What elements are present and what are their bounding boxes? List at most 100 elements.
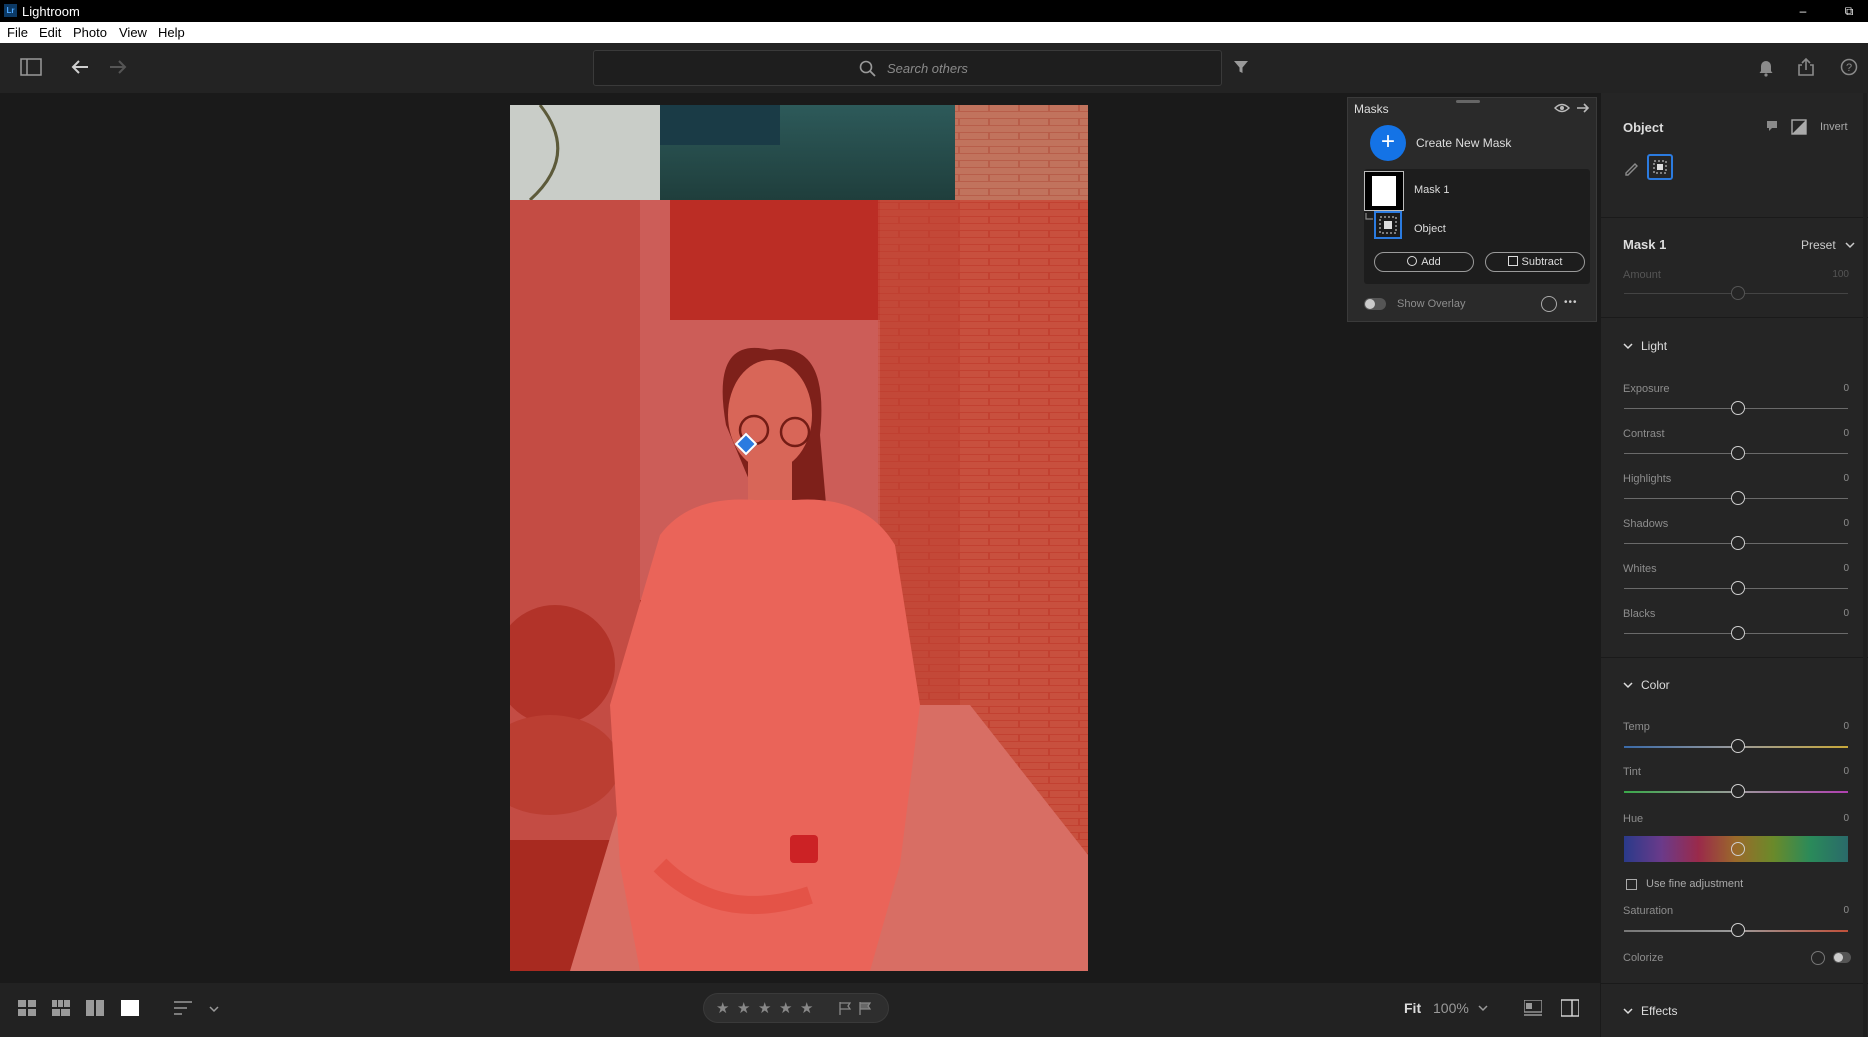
flag-pick-icon[interactable] [839,1002,851,1015]
star-4-icon[interactable]: ★ [779,999,792,1017]
light-section-title[interactable]: Light [1641,339,1667,353]
scrollbar[interactable] [1863,93,1867,1037]
fine-adjustment-checkbox[interactable] [1626,879,1637,890]
chevron-down-icon[interactable] [1845,241,1855,249]
brush-tool-icon[interactable] [1623,158,1641,176]
eye-icon[interactable] [1554,102,1570,114]
temp-knob[interactable] [1731,739,1745,753]
subtract-button[interactable]: Subtract [1485,252,1585,272]
add-button[interactable]: Add [1374,252,1474,272]
menu-edit[interactable]: Edit [39,25,61,40]
zoom-chevron-icon[interactable] [1478,1004,1488,1012]
divider [1601,217,1868,218]
feedback-icon[interactable] [1766,120,1778,132]
color-section-title[interactable]: Color [1641,678,1670,692]
contrast-knob[interactable] [1731,446,1745,460]
tint-value[interactable]: 0 [1829,766,1849,777]
edit-panel: Object Invert Mask 1 Preset Amount 100 L… [1600,93,1868,1037]
search-bar[interactable]: Search others [593,50,1222,86]
shadows-knob[interactable] [1731,536,1745,550]
hue-value[interactable]: 0 [1829,813,1849,824]
flag-reject-icon[interactable] [859,1002,871,1015]
help-icon[interactable]: ? [1840,58,1858,76]
amount-label: Amount [1623,269,1661,281]
effects-section-title[interactable]: Effects [1641,1004,1677,1018]
title-bar: Lr Lightroom – ⧉ [0,0,1868,22]
compare-view-icon[interactable] [86,1000,104,1016]
shadows-label: Shadows [1623,518,1669,530]
collapse-panel-icon[interactable] [1576,102,1590,114]
panel-toggle-icon[interactable] [20,58,42,76]
shadows-value[interactable]: 0 [1829,518,1849,529]
share-icon[interactable] [1797,57,1815,77]
select-object-tool-icon[interactable] [1647,154,1673,180]
restore-button[interactable]: ⧉ [1840,2,1858,20]
light-chevron-icon[interactable] [1623,342,1633,350]
overlay-color-swatch[interactable] [1541,296,1557,312]
create-new-mask-button[interactable]: + [1370,125,1406,161]
subtract-icon [1507,256,1518,266]
menu-view[interactable]: View [119,25,147,40]
split-view-icon[interactable] [1561,999,1579,1017]
fit-zoom-button[interactable]: Fit [1404,1000,1421,1016]
hue-knob[interactable] [1731,842,1745,856]
effects-chevron-icon[interactable] [1623,1007,1633,1015]
bell-icon[interactable] [1758,59,1774,77]
fine-adjustment-label[interactable]: Use fine adjustment [1646,878,1743,890]
color-chevron-icon[interactable] [1623,681,1633,689]
photo[interactable] [510,105,1088,971]
whites-value[interactable]: 0 [1829,563,1849,574]
before-after-icon[interactable] [1524,1000,1542,1016]
show-overlay-toggle[interactable] [1364,298,1386,310]
photo-grid-view-icon[interactable] [52,1000,70,1016]
star-1-icon[interactable]: ★ [716,999,729,1017]
menu-photo[interactable]: Photo [73,25,107,40]
tint-knob[interactable] [1731,784,1745,798]
saturation-knob[interactable] [1731,923,1745,937]
star-5-icon[interactable]: ★ [800,999,813,1017]
star-rating: ★ ★ ★ ★ ★ [703,993,889,1023]
mask-thumbnail[interactable] [1364,171,1404,211]
preset-dropdown[interactable]: Preset [1801,238,1836,252]
saturation-value[interactable]: 0 [1829,905,1849,916]
detail-view-icon[interactable] [121,1000,139,1016]
zoom-level[interactable]: 100% [1433,1000,1469,1016]
object-component-label[interactable]: Object [1414,223,1446,235]
hue-label: Hue [1623,813,1644,825]
invert-icon[interactable] [1791,119,1807,135]
masks-panel: Masks + Create New Mask Mask 1 Object Ad… [1347,97,1597,322]
show-overlay-label: Show Overlay [1397,298,1466,310]
more-options-icon[interactable]: ••• [1564,297,1578,308]
star-2-icon[interactable]: ★ [737,999,750,1017]
exposure-knob[interactable] [1731,401,1745,415]
star-3-icon[interactable]: ★ [758,999,771,1017]
amount-slider-knob[interactable] [1731,286,1745,300]
whites-knob[interactable] [1731,581,1745,595]
panel-drag-handle[interactable] [1456,100,1480,103]
colorize-toggle[interactable] [1833,952,1851,963]
invert-label[interactable]: Invert [1820,121,1848,133]
back-arrow-icon[interactable] [70,58,90,76]
highlights-value[interactable]: 0 [1829,473,1849,484]
sort-icon[interactable] [174,1001,194,1015]
create-new-mask-label[interactable]: Create New Mask [1416,136,1511,150]
sort-chevron-icon[interactable] [209,1005,219,1013]
colorize-swatch[interactable] [1811,951,1825,965]
filter-icon[interactable] [1233,59,1249,75]
saturation-label: Saturation [1623,905,1674,917]
forward-arrow-icon[interactable] [108,58,128,76]
blacks-knob[interactable] [1731,626,1745,640]
object-title: Object [1623,120,1664,135]
square-grid-view-icon[interactable] [18,1000,36,1016]
exposure-value[interactable]: 0 [1829,383,1849,394]
amount-value: 100 [1832,269,1849,280]
minimize-button[interactable]: – [1794,2,1812,20]
mask-1-label[interactable]: Mask 1 [1414,184,1449,196]
contrast-value[interactable]: 0 [1829,428,1849,439]
blacks-value[interactable]: 0 [1829,608,1849,619]
menu-file[interactable]: File [7,25,28,40]
temp-value[interactable]: 0 [1829,721,1849,732]
highlights-knob[interactable] [1731,491,1745,505]
object-mask-icon[interactable] [1374,211,1402,239]
menu-help[interactable]: Help [158,25,185,40]
